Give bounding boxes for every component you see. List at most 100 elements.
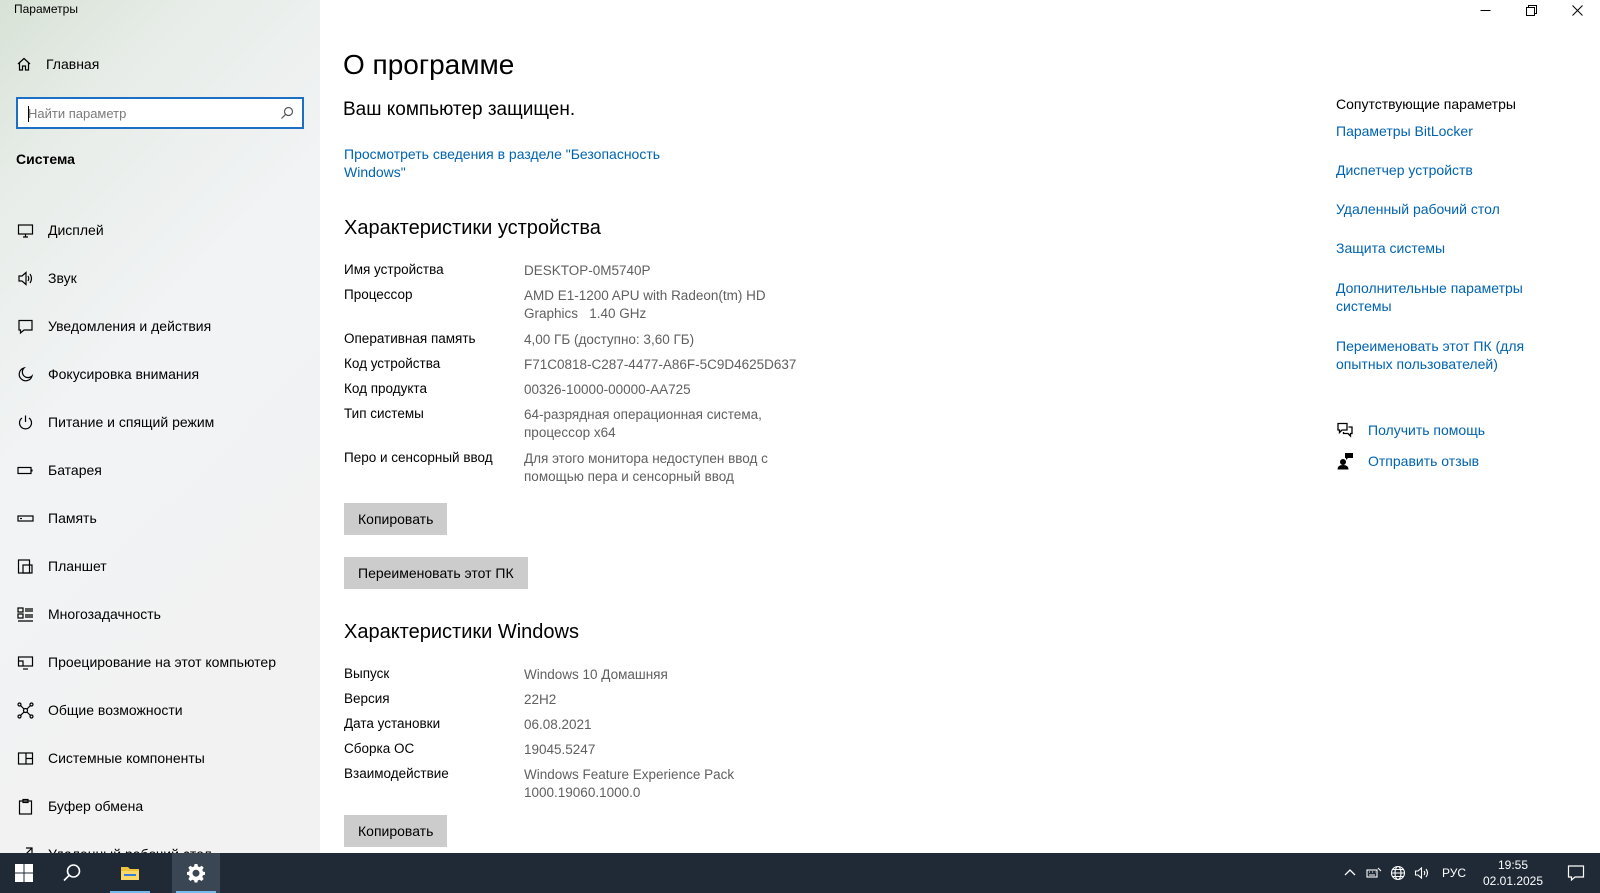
chevron-up-icon	[1344, 869, 1356, 876]
spec-label: Процессор	[344, 287, 413, 302]
spec-label: Сборка ОС	[344, 741, 415, 756]
notification-center-icon	[1567, 865, 1585, 882]
search-icon[interactable]	[280, 106, 294, 120]
copy-windows-specs-button[interactable]: Копировать	[344, 815, 448, 847]
spec-value: AMD E1-1200 APU with Radeon(tm) HD Graph…	[524, 288, 770, 321]
spec-label: Взаимодействие	[344, 766, 449, 781]
spec-value: DESKTOP-0M5740P	[524, 263, 651, 278]
related-settings-title: Сопутствующие параметры	[1336, 96, 1516, 112]
input-language-indicator[interactable]: РУС	[1434, 866, 1474, 880]
keyboard-tray-button[interactable]	[1362, 853, 1386, 893]
volume-tray-button[interactable]	[1410, 853, 1434, 893]
spec-label: Перо и сенсорный ввод	[344, 450, 493, 465]
device-manager-link[interactable]: Диспетчер устройств	[1336, 161, 1556, 179]
settings-taskbar-button[interactable]	[172, 853, 220, 893]
sidebar-item-sound[interactable]: Звук	[16, 254, 306, 302]
spec-value: 64-разрядная операционная система, проце…	[524, 407, 762, 440]
projecting-icon	[17, 655, 33, 670]
home-icon	[17, 57, 31, 71]
get-help-row[interactable]: Получить помощь	[1336, 421, 1485, 439]
bitlocker-link[interactable]: Параметры BitLocker	[1336, 122, 1556, 140]
action-center-button[interactable]	[1552, 853, 1600, 893]
sidebar-item-label: Питание и спящий режим	[48, 414, 215, 430]
sidebar-item-clipboard[interactable]: Буфер обмена	[16, 782, 306, 830]
windows-logo-icon	[15, 864, 33, 882]
shared-experiences-icon	[16, 701, 34, 719]
sidebar-item-notifications[interactable]: Уведомления и действия	[16, 302, 306, 350]
home-label: Главная	[46, 56, 100, 72]
show-hidden-icons-button[interactable]	[1338, 853, 1362, 893]
feedback-row[interactable]: Отправить отзыв	[1336, 452, 1479, 470]
close-icon	[1571, 4, 1583, 16]
rename-pc-button[interactable]: Переименовать этот ПК	[344, 557, 528, 589]
feedback-icon	[1337, 453, 1353, 470]
sidebar-item-label: Звук	[48, 270, 77, 286]
notifications-icon	[17, 319, 33, 334]
sidebar-item-battery[interactable]: Батарея	[16, 446, 306, 494]
sidebar-item-label: Планшет	[48, 558, 107, 574]
close-button[interactable]	[1554, 0, 1600, 20]
rename-pc-advanced-link[interactable]: Переименовать этот ПК (для опытных польз…	[1336, 337, 1556, 373]
sidebar-item-label: Фокусировка внимания	[48, 366, 200, 382]
device-specs-heading: Характеристики устройства	[344, 217, 601, 239]
sidebar-item-focus-assist[interactable]: Фокусировка внимания	[16, 350, 306, 398]
sidebar-item-system-components[interactable]: Системные компоненты	[16, 734, 306, 782]
search-taskbar-button[interactable]	[48, 853, 96, 893]
focus-assist-icon	[18, 366, 33, 381]
spec-value: Windows 10 Домашняя	[524, 667, 668, 682]
spec-value: 22H2	[524, 692, 557, 707]
app-title: Параметры	[14, 2, 78, 16]
remote-desktop-link[interactable]: Удаленный рабочий стол	[1336, 200, 1556, 218]
gear-icon	[187, 864, 205, 883]
windows-security-link[interactable]: Просмотреть сведения в разделе "Безопасн…	[344, 145, 674, 181]
copy-device-specs-button[interactable]: Копировать	[344, 503, 448, 535]
sidebar-item-label: Общие возможности	[48, 702, 183, 718]
spec-label: Тип системы	[344, 406, 424, 421]
power-icon	[18, 415, 32, 429]
storage-icon	[16, 514, 34, 522]
spec-label: Версия	[344, 691, 390, 706]
search-icon	[63, 864, 81, 882]
spec-label: Код устройства	[344, 356, 441, 371]
spec-value: 4,00 ГБ (доступно: 3,60 ГБ)	[524, 332, 695, 347]
advanced-system-settings-link[interactable]: Дополнительные параметры системы	[1336, 279, 1556, 315]
folder-icon	[121, 867, 139, 880]
spec-label: Выпуск	[344, 666, 390, 681]
get-help-link[interactable]: Получить помощь	[1368, 422, 1485, 438]
sidebar-item-home[interactable]: Главная	[16, 56, 99, 72]
sidebar-item-multitasking[interactable]: Многозадачность	[16, 590, 306, 638]
minimize-button[interactable]	[1462, 0, 1508, 20]
sidebar-item-label: Батарея	[48, 462, 102, 478]
sidebar-item-power[interactable]: Питание и спящий режим	[16, 398, 306, 446]
network-globe-icon	[1390, 865, 1406, 881]
sidebar: Параметры Главная Система Дисплей Звук У…	[0, 0, 320, 862]
windows-specs-heading: Характеристики Windows	[344, 621, 579, 643]
search-box[interactable]	[16, 97, 304, 129]
spec-value: 06.08.2021	[524, 717, 592, 732]
sidebar-item-tablet[interactable]: Планшет	[16, 542, 306, 590]
minimize-icon	[1480, 9, 1490, 11]
network-tray-button[interactable]	[1386, 853, 1410, 893]
restore-button[interactable]	[1508, 0, 1554, 20]
multitasking-icon	[16, 606, 33, 622]
sidebar-item-storage[interactable]: Память	[16, 494, 306, 542]
sidebar-nav: Дисплей Звук Уведомления и действия Фоку…	[16, 206, 306, 878]
sound-icon	[17, 270, 32, 286]
display-icon	[17, 223, 33, 238]
clock-date: 02.01.2025	[1482, 874, 1544, 888]
protection-status: Ваш компьютер защищен.	[343, 99, 576, 120]
spec-value: Windows Feature Experience Pack 1000.190…	[524, 767, 735, 800]
start-button[interactable]	[0, 853, 48, 893]
sidebar-item-shared-experiences[interactable]: Общие возможности	[16, 686, 306, 734]
clock-time: 19:55	[1497, 858, 1529, 872]
sidebar-item-projecting[interactable]: Проецирование на этот компьютер	[16, 638, 306, 686]
search-input[interactable]	[28, 105, 280, 121]
clock[interactable]: 19:55 02.01.2025	[1474, 857, 1552, 889]
system-protection-link[interactable]: Защита системы	[1336, 239, 1556, 257]
spec-label: Оперативная память	[344, 331, 476, 346]
sidebar-item-display[interactable]: Дисплей	[16, 206, 306, 254]
sidebar-item-label: Память	[48, 510, 97, 526]
file-explorer-button[interactable]	[106, 853, 154, 893]
feedback-link[interactable]: Отправить отзыв	[1368, 453, 1479, 469]
spec-label: Дата установки	[344, 716, 441, 731]
